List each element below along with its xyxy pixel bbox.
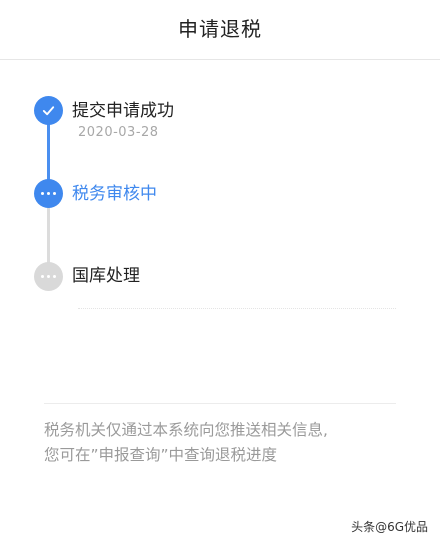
step-label-reviewing: 税务审核中 xyxy=(72,184,157,204)
page-title: 申请退税 xyxy=(178,17,262,41)
step-label-treasury: 国库处理 xyxy=(72,266,140,286)
step-pending-icon xyxy=(34,262,63,291)
timeline-connector-completed xyxy=(47,120,50,184)
notice-divider xyxy=(44,403,396,404)
app-header: 申请退税 xyxy=(0,0,440,60)
notice-line-1: 税务机关仅通过本系统向您推送相关信息, xyxy=(44,421,328,439)
step-complete-icon xyxy=(34,96,63,125)
notice-text: 税务机关仅通过本系统向您推送相关信息, 您可在”申报查询”中查询退税进度 xyxy=(44,418,424,468)
watermark: 头条@6G优品 xyxy=(351,518,428,535)
ellipsis-icon xyxy=(41,275,56,278)
step-date-submitted: 2020-03-28 xyxy=(78,125,159,140)
notice-line-2: 您可在”申报查询”中查询退税进度 xyxy=(44,446,278,464)
checkmark-icon xyxy=(42,106,55,116)
step-label-submitted: 提交申请成功 xyxy=(72,101,174,121)
watermark-text: 头条@6G优品 xyxy=(351,520,428,534)
ellipsis-icon xyxy=(41,192,56,195)
step-in-progress-icon xyxy=(34,179,63,208)
timeline-connector-pending xyxy=(47,204,50,266)
timeline-divider xyxy=(78,308,396,309)
